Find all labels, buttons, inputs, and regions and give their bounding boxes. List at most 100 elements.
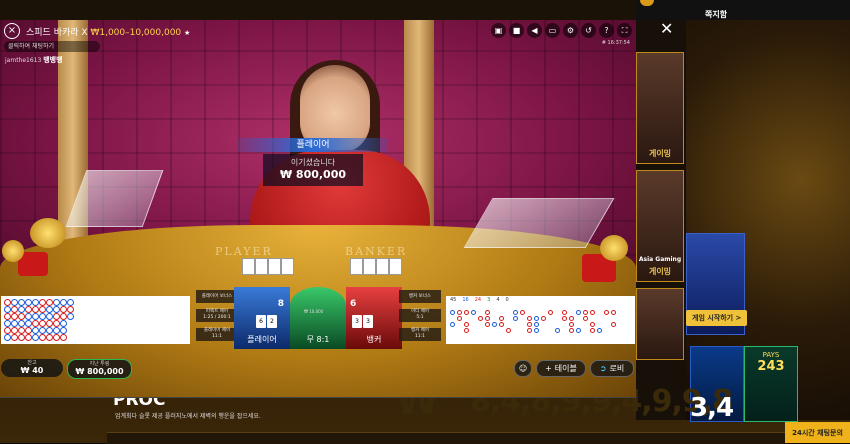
bead-road-dot (18, 334, 25, 341)
site-top-bar (636, 0, 850, 20)
big-road-dot (534, 322, 539, 327)
bead-road-dot (25, 306, 32, 313)
tie-amount: ₩ 10,000 (304, 309, 323, 314)
favorite-icon[interactable]: ★ (184, 29, 190, 37)
big-road-dot (569, 316, 574, 321)
game-bottom-bar: 잔고 ₩ 40 지난 투링 ₩ 800,000 ☺ + 테이블 ➲ 로비 (0, 357, 636, 397)
bead-road-dot (60, 320, 67, 327)
video-icon[interactable]: ■ (509, 23, 524, 38)
big-road-dot (450, 310, 455, 315)
bet-player-bonus[interactable]: 플레이어 보너스 (196, 290, 238, 303)
decoration-gold (2, 240, 24, 262)
bead-road-dot (39, 299, 46, 306)
chat-toggle-icon[interactable]: ☺ (514, 360, 532, 377)
bead-road-dot (4, 320, 11, 327)
chat-username: jamthe1613 (5, 57, 41, 64)
table-card (350, 258, 363, 275)
side-bet-odds: 11:1 (196, 334, 238, 340)
bead-road-dot (46, 299, 53, 306)
settings-icon[interactable]: ⚙ (563, 23, 578, 38)
table-card (389, 258, 402, 275)
chat-input[interactable]: 클릭하여 채팅하기 (4, 41, 100, 52)
bead-road-dot (53, 327, 60, 334)
bead-road-dot (60, 299, 67, 306)
balance-display: 잔고 ₩ 40 (1, 359, 63, 377)
bet-either-pair[interactable]: 이티 페어 5:1 (399, 309, 441, 322)
game-title-text: 스피드 바카라 X (26, 28, 88, 38)
close-game-icon[interactable]: × (4, 23, 20, 39)
chat-text: 뱅뱅뱅 (43, 56, 62, 64)
big-road-dot (534, 316, 539, 321)
bead-road-dot (46, 313, 53, 320)
menu-notice[interactable]: 쪽지함 (705, 9, 727, 20)
bead-road-dot (18, 313, 25, 320)
player-label: 플레이어 (234, 334, 290, 345)
big-road-dot (527, 322, 532, 327)
big-road-dot (576, 310, 581, 315)
lobby-button[interactable]: ➲ 로비 (590, 360, 634, 377)
start-game-button[interactable]: 게임 시작하기 > (686, 310, 747, 326)
live-game-window: PLAYER BANKER × 스피드 바카라 X ₩1,000–10,000,… (0, 20, 636, 398)
plus-icon: + (545, 364, 552, 373)
jackpot-digits-right: 3,4 (690, 393, 733, 423)
game-card-3[interactable] (636, 288, 684, 360)
bet-banker-bonus[interactable]: 뱅커 보너스 (399, 290, 441, 303)
bead-road-dot (25, 320, 32, 327)
header-icon-group: ▣ ■ ◀ ▭ ⚙ ↺ ? ⛶ (491, 23, 632, 38)
table-banker-text: BANKER (345, 245, 407, 258)
big-road: 45 16 24 3 4 0 (446, 296, 635, 344)
player-score: 8 (278, 299, 284, 309)
bead-road-dot (32, 306, 39, 313)
pip-icon[interactable]: ▭ (545, 23, 560, 38)
game-card-1[interactable]: 게이밍 (636, 52, 684, 164)
big-road-dot (555, 328, 560, 333)
side-bet-title: 플레이어 보너스 (196, 294, 238, 300)
table-card (281, 258, 294, 275)
balance-value: ₩ 40 (1, 366, 63, 375)
bet-perfect-pair[interactable]: 퍼펙트 페어 1:25 / 200:1 (196, 309, 238, 322)
bead-road-dot (11, 327, 18, 334)
chat-message: jamthe1613 뱅뱅뱅 (5, 55, 63, 65)
game-title: 스피드 바카라 X ₩1,000–10,000,000 ★ (26, 25, 190, 38)
banker-score: 6 (350, 299, 356, 309)
banker-card: 3 (352, 315, 362, 328)
bead-road-dot (67, 306, 74, 313)
player-card: 6 (256, 315, 266, 328)
game-card-2[interactable]: Asia Gaming 게이밍 (636, 170, 684, 282)
chat-icon[interactable]: ▣ (491, 23, 506, 38)
table-button[interactable]: + 테이블 (536, 360, 586, 377)
big-road-dot (583, 316, 588, 321)
stat-total: 45 (450, 297, 456, 303)
big-road-dot (569, 322, 574, 327)
big-road-dot (492, 322, 497, 327)
big-road-dot (597, 328, 602, 333)
bead-road-dot (39, 313, 46, 320)
live-chat-button[interactable]: 24시간 채팅문의 (785, 422, 850, 443)
bead-road-dot (53, 306, 60, 313)
side-bet-title: 뱅커 보너스 (399, 294, 441, 300)
site-close-icon[interactable]: ✕ (660, 20, 673, 38)
stat-ppair: 4 (496, 297, 499, 303)
bet-spot-tie[interactable]: ₩ 10,000 무 8:1 (290, 287, 346, 349)
bead-road-dot (32, 320, 39, 327)
bead-road-dot (11, 334, 18, 341)
bet-spot-player[interactable]: 8 6 2 800K 플레이어 (234, 287, 290, 349)
fullscreen-icon[interactable]: ⛶ (617, 23, 632, 38)
bet-spot-banker[interactable]: 6 3 3 뱅커 (346, 287, 402, 349)
bet-banker-pair[interactable]: 뱅커 페어 11:1 (399, 328, 441, 341)
volume-icon[interactable]: ◀ (527, 23, 542, 38)
history-icon[interactable]: ↺ (581, 23, 596, 38)
bead-road-dot (32, 334, 39, 341)
bet-player-pair[interactable]: 플레이어 페어 11:1 (196, 328, 238, 341)
bead-road-dot (46, 327, 53, 334)
bead-road-dot (67, 299, 74, 306)
big-road-dot (485, 310, 490, 315)
total-bet-display: 지난 투링 ₩ 800,000 (67, 359, 132, 379)
big-road-dot (562, 310, 567, 315)
big-road-dot (548, 310, 553, 315)
bead-road-dot (60, 306, 67, 313)
bead-road-dot (53, 299, 60, 306)
big-road-dot (478, 316, 483, 321)
big-road-dot (527, 328, 532, 333)
help-icon[interactable]: ? (599, 23, 614, 38)
